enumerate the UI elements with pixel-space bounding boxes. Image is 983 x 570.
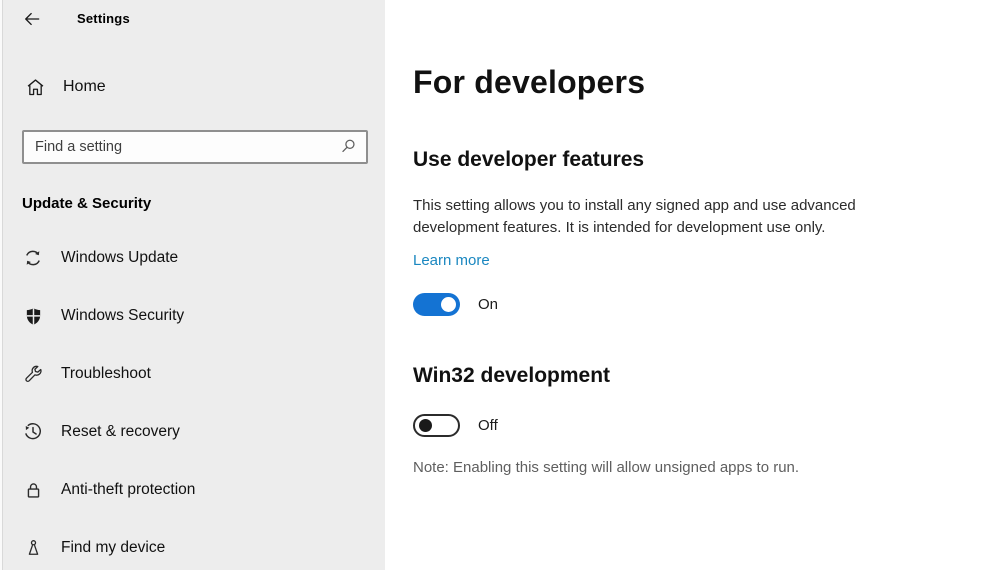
toggle-knob xyxy=(441,297,456,312)
section-heading: Win32 development xyxy=(413,364,611,387)
titlebar: Settings xyxy=(22,0,385,28)
sidebar-item-find-my-device[interactable]: Find my device xyxy=(22,519,385,570)
sidebar: Settings Home Update & Security xyxy=(0,0,385,570)
back-button[interactable] xyxy=(22,9,50,29)
developer-features-toggle-row: On xyxy=(413,293,943,316)
section-note: Note: Enabling this setting will allow u… xyxy=(413,459,800,476)
location-pin-icon xyxy=(22,537,44,559)
section-heading: Use developer features xyxy=(413,148,645,171)
shield-icon xyxy=(22,305,44,327)
wrench-icon xyxy=(22,363,44,385)
section-win32-development: Win32 development Off Note: Enabling thi… xyxy=(413,364,943,476)
lock-icon xyxy=(22,479,44,501)
sidebar-item-anti-theft[interactable]: Anti-theft protection xyxy=(22,461,385,519)
developer-features-toggle[interactable] xyxy=(413,293,460,316)
main-panel: For developers Use developer features Th… xyxy=(385,0,983,570)
sidebar-item-reset-recovery[interactable]: Reset & recovery xyxy=(22,403,385,461)
sidebar-item-label: Windows Security xyxy=(61,307,185,324)
sidebar-item-label: Anti-theft protection xyxy=(61,481,196,498)
back-arrow-icon xyxy=(22,9,42,29)
toggle-state-label: On xyxy=(478,296,499,313)
toggle-knob xyxy=(419,419,432,432)
sidebar-nav: Windows Update Windows Security Troubles… xyxy=(22,229,385,570)
learn-more-link[interactable]: Learn more xyxy=(413,252,490,269)
sidebar-item-troubleshoot[interactable]: Troubleshoot xyxy=(22,345,385,403)
section-use-developer-features: Use developer features This setting allo… xyxy=(413,148,943,316)
sidebar-item-label: Reset & recovery xyxy=(61,423,180,440)
search-box xyxy=(22,130,368,164)
sidebar-item-windows-update[interactable]: Windows Update xyxy=(22,229,385,287)
toggle-state-label: Off xyxy=(478,417,498,434)
page-title: For developers xyxy=(413,64,646,100)
sync-icon xyxy=(22,247,44,269)
history-icon xyxy=(22,421,44,443)
sidebar-item-home-label: Home xyxy=(63,78,106,95)
win32-development-toggle-row: Off xyxy=(413,414,943,437)
sidebar-item-windows-security[interactable]: Windows Security xyxy=(22,287,385,345)
win32-development-toggle[interactable] xyxy=(413,414,460,437)
settings-window: Settings Home Update & Security xyxy=(0,0,983,570)
sidebar-group-label: Update & Security xyxy=(22,195,152,212)
section-description: This setting allows you to install any s… xyxy=(413,197,856,236)
sidebar-item-label: Troubleshoot xyxy=(61,365,151,382)
app-title: Settings xyxy=(77,11,130,26)
sidebar-item-home[interactable]: Home xyxy=(22,72,385,102)
home-icon xyxy=(24,76,46,98)
search-input[interactable] xyxy=(22,130,368,164)
sidebar-item-label: Windows Update xyxy=(61,249,179,266)
sidebar-item-label: Find my device xyxy=(61,539,166,556)
